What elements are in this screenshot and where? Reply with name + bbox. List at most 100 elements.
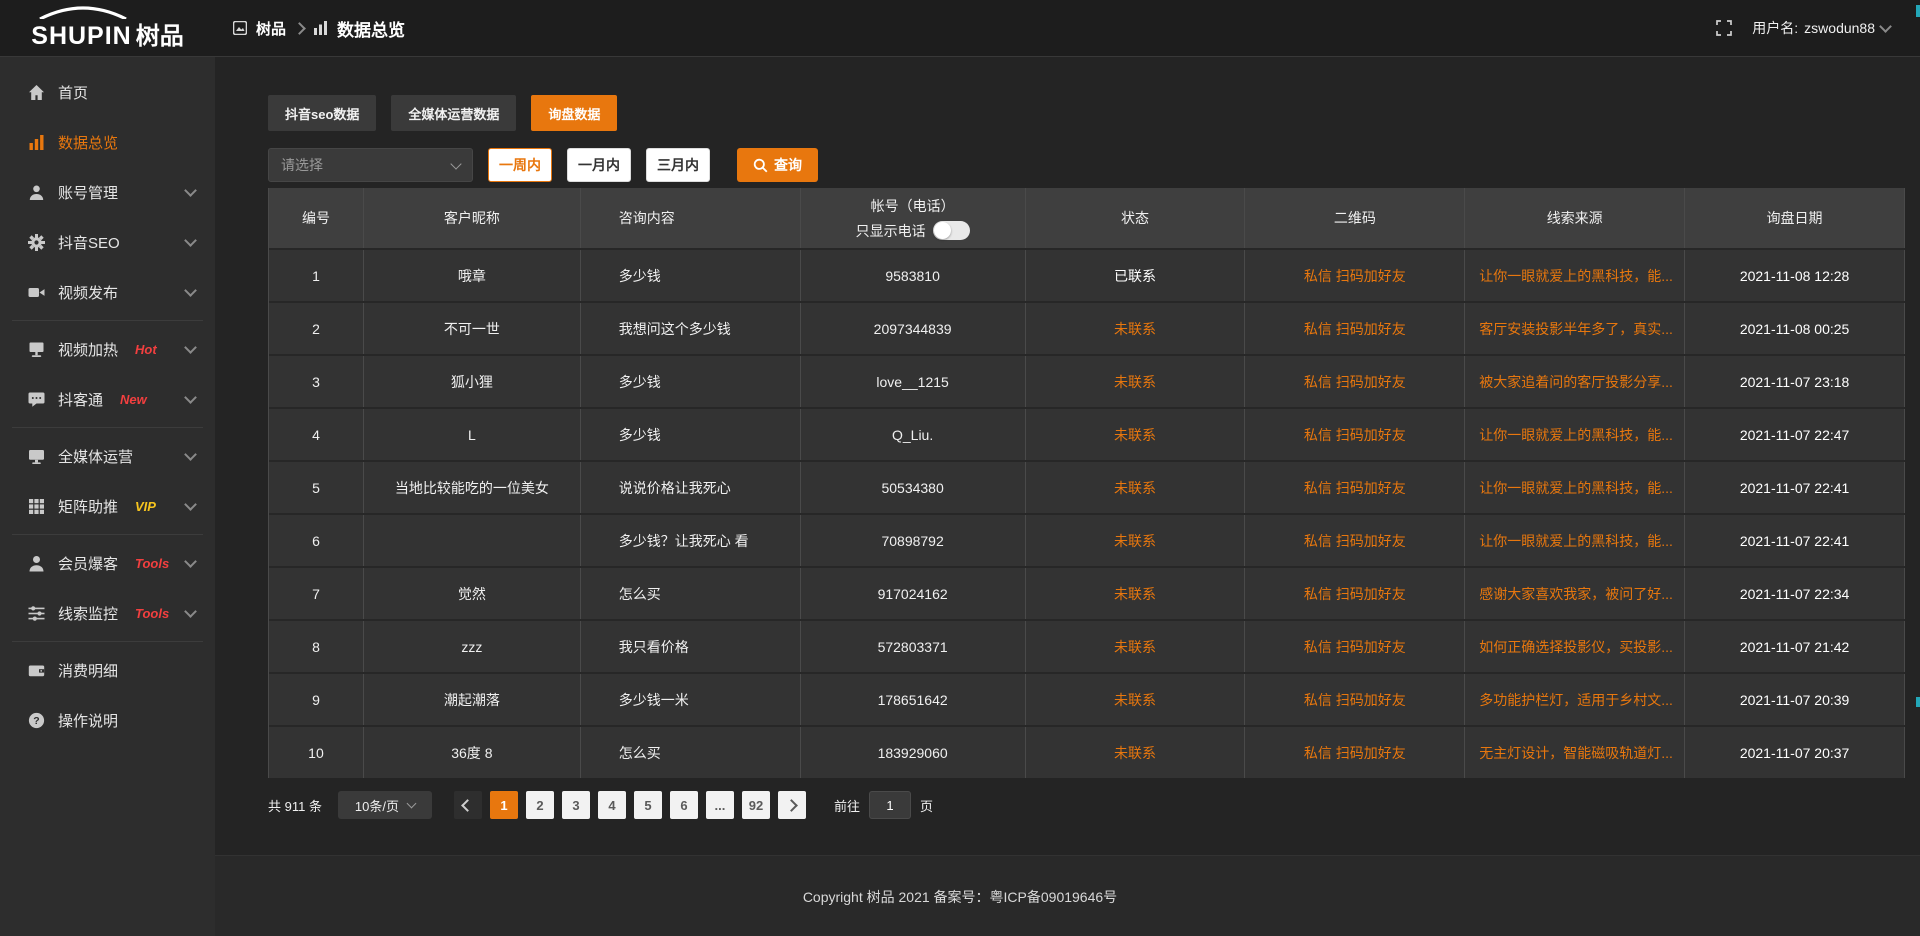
sidebar-item-matrix-boost[interactable]: 矩阵助推 VIP xyxy=(0,481,215,531)
hot-badge: Hot xyxy=(135,342,157,357)
page-button-5[interactable]: 5 xyxy=(634,791,662,819)
svg-text:?: ? xyxy=(33,715,39,727)
sidebar-divider xyxy=(12,427,203,428)
row-inquiry: 说说价格让我死心 xyxy=(581,462,801,513)
row-qrcode-links[interactable]: 私信 扫码加好友 xyxy=(1245,674,1465,725)
brand-logo: SHUPIN 树品 xyxy=(0,6,215,51)
row-nickname: zzz xyxy=(364,621,581,672)
row-source-link[interactable]: 让你一眼就爱上的黑科技，能... xyxy=(1465,409,1685,460)
sidebar-item-label: 首页 xyxy=(58,82,88,103)
row-qrcode-links[interactable]: 私信 扫码加好友 xyxy=(1245,621,1465,672)
logo-text-en: SHUPIN xyxy=(31,22,131,51)
sidebar-item-label: 矩阵助推 xyxy=(58,496,118,517)
period-one-month-button[interactable]: 一月内 xyxy=(567,148,631,182)
sidebar-item-video-publish[interactable]: 视频发布 xyxy=(0,267,215,317)
page-button-92[interactable]: 92 xyxy=(742,791,770,819)
row-source-link[interactable]: 如何正确选择投影仪，买投影... xyxy=(1465,621,1685,672)
page-footer: Copyright 树品 2021 备案号：粤ICP备09019646号 xyxy=(0,855,1920,936)
sidebar-item-label: 视频发布 xyxy=(58,282,118,303)
row-status: 已联系 xyxy=(1026,250,1246,301)
sidebar-item-omnimedia-operation[interactable]: 全媒体运营 xyxy=(0,431,215,481)
period-one-week-button[interactable]: 一周内 xyxy=(488,148,552,182)
sidebar-item-douketong[interactable]: 抖客通 New xyxy=(0,374,215,424)
row-source-link[interactable]: 让你一眼就爱上的黑科技，能... xyxy=(1465,515,1685,566)
page-size-select[interactable]: 10条/页 xyxy=(338,791,432,819)
chevron-down-icon xyxy=(184,448,197,461)
sidebar-item-expense-details[interactable]: 消费明细 xyxy=(0,645,215,695)
account-select[interactable]: 请选择 xyxy=(268,148,473,182)
sidebar-item-label: 全媒体运营 xyxy=(58,446,133,467)
chevron-right-icon xyxy=(786,799,799,812)
next-page-button[interactable] xyxy=(778,791,806,819)
row-status: 未联系 xyxy=(1026,727,1246,778)
video-camera-icon xyxy=(28,284,45,301)
sidebar-item-lead-monitoring[interactable]: 线索监控 Tools xyxy=(0,588,215,638)
row-source-link[interactable]: 感谢大家喜欢我家，被问了好... xyxy=(1465,568,1685,619)
sidebar-item-home[interactable]: 首页 xyxy=(0,67,215,117)
table-row: 1 哦章 多少钱 9583810 已联系 私信 扫码加好友 让你一眼就爱上的黑科… xyxy=(269,248,1905,301)
row-source-link[interactable]: 客厅安装投影半年多了，真实... xyxy=(1465,303,1685,354)
sidebar-item-account-management[interactable]: 账号管理 xyxy=(0,167,215,217)
page-ellipsis-button[interactable]: ... xyxy=(706,791,734,819)
fullscreen-icon[interactable] xyxy=(1716,20,1732,36)
page-button-2[interactable]: 2 xyxy=(526,791,554,819)
row-qrcode-links[interactable]: 私信 扫码加好友 xyxy=(1245,356,1465,407)
tab-douyin-seo-data[interactable]: 抖音seo数据 xyxy=(268,95,376,131)
sidebar-item-douyin-seo[interactable]: 抖音SEO xyxy=(0,217,215,267)
row-no: 10 xyxy=(269,727,364,778)
bar-chart-icon xyxy=(28,134,45,151)
row-source-link[interactable]: 被大家追着问的客厅投影分享... xyxy=(1465,356,1685,407)
row-qrcode-links[interactable]: 私信 扫码加好友 xyxy=(1245,409,1465,460)
search-icon xyxy=(753,158,768,173)
row-no: 8 xyxy=(269,621,364,672)
row-account: 9583810 xyxy=(801,250,1026,301)
row-source-link[interactable]: 让你一眼就爱上的黑科技，能... xyxy=(1465,462,1685,513)
column-header-status: 状态 xyxy=(1026,188,1246,248)
row-status: 未联系 xyxy=(1026,515,1246,566)
phone-only-toggle[interactable] xyxy=(933,221,970,240)
page-button-1[interactable]: 1 xyxy=(490,791,518,819)
person-icon xyxy=(28,555,45,572)
sidebar-item-label: 视频加热 xyxy=(58,339,118,360)
tab-inquiry-data[interactable]: 询盘数据 xyxy=(531,95,617,131)
sidebar-item-video-heating[interactable]: 视频加热 Hot xyxy=(0,324,215,374)
row-no: 1 xyxy=(269,250,364,301)
row-source-link[interactable]: 让你一眼就爱上的黑科技，能... xyxy=(1465,250,1685,301)
row-nickname: 当地比较能吃的一位美女 xyxy=(364,462,581,513)
row-qrcode-links[interactable]: 私信 扫码加好友 xyxy=(1245,568,1465,619)
sidebar-item-data-overview[interactable]: 数据总览 xyxy=(0,117,215,167)
page-button-3[interactable]: 3 xyxy=(562,791,590,819)
row-no: 3 xyxy=(269,356,364,407)
tab-omnimedia-data[interactable]: 全媒体运营数据 xyxy=(391,95,516,131)
copyright-text: Copyright 树品 2021 备案号：粤ICP备09019646号 xyxy=(803,887,1117,907)
filter-bar: 请选择 一周内 一月内 三月内 查询 xyxy=(268,148,1920,182)
row-qrcode-links[interactable]: 私信 扫码加好友 xyxy=(1245,303,1465,354)
app-window: SHUPIN 树品 树品 数据总览 用户名: zswodun88 首页 xyxy=(0,0,1920,936)
chevron-down-icon xyxy=(184,234,197,247)
user-menu[interactable]: 用户名: zswodun88 xyxy=(1752,18,1890,38)
period-three-months-button[interactable]: 三月内 xyxy=(646,148,710,182)
row-source-link[interactable]: 无主灯设计，智能磁吸轨道灯... xyxy=(1465,727,1685,778)
goto-page-input[interactable] xyxy=(869,791,911,819)
row-status: 未联系 xyxy=(1026,462,1246,513)
page-button-6[interactable]: 6 xyxy=(670,791,698,819)
sidebar-item-label: 抖音SEO xyxy=(58,232,120,253)
page-button-4[interactable]: 4 xyxy=(598,791,626,819)
breadcrumb-root[interactable]: 树品 xyxy=(256,18,286,39)
sidebar-item-instructions[interactable]: ? 操作说明 xyxy=(0,695,215,745)
row-date: 2021-11-07 20:39 xyxy=(1685,674,1905,725)
help-icon: ? xyxy=(28,712,45,729)
row-qrcode-links[interactable]: 私信 扫码加好友 xyxy=(1245,462,1465,513)
row-qrcode-links[interactable]: 私信 扫码加好友 xyxy=(1245,727,1465,778)
row-qrcode-links[interactable]: 私信 扫码加好友 xyxy=(1245,515,1465,566)
chevron-down-icon xyxy=(184,341,197,354)
main-content: 抖音seo数据 全媒体运营数据 询盘数据 请选择 一周内 一月内 三月内 查询 … xyxy=(215,57,1920,936)
new-badge: New xyxy=(120,392,147,407)
search-button[interactable]: 查询 xyxy=(737,148,818,182)
prev-page-button[interactable] xyxy=(454,791,482,819)
sidebar-item-member-burst[interactable]: 会员爆客 Tools xyxy=(0,538,215,588)
row-qrcode-links[interactable]: 私信 扫码加好友 xyxy=(1245,250,1465,301)
goto-unit: 页 xyxy=(920,796,933,815)
row-nickname: 不可一世 xyxy=(364,303,581,354)
row-source-link[interactable]: 多功能护栏灯，适用于乡村文... xyxy=(1465,674,1685,725)
